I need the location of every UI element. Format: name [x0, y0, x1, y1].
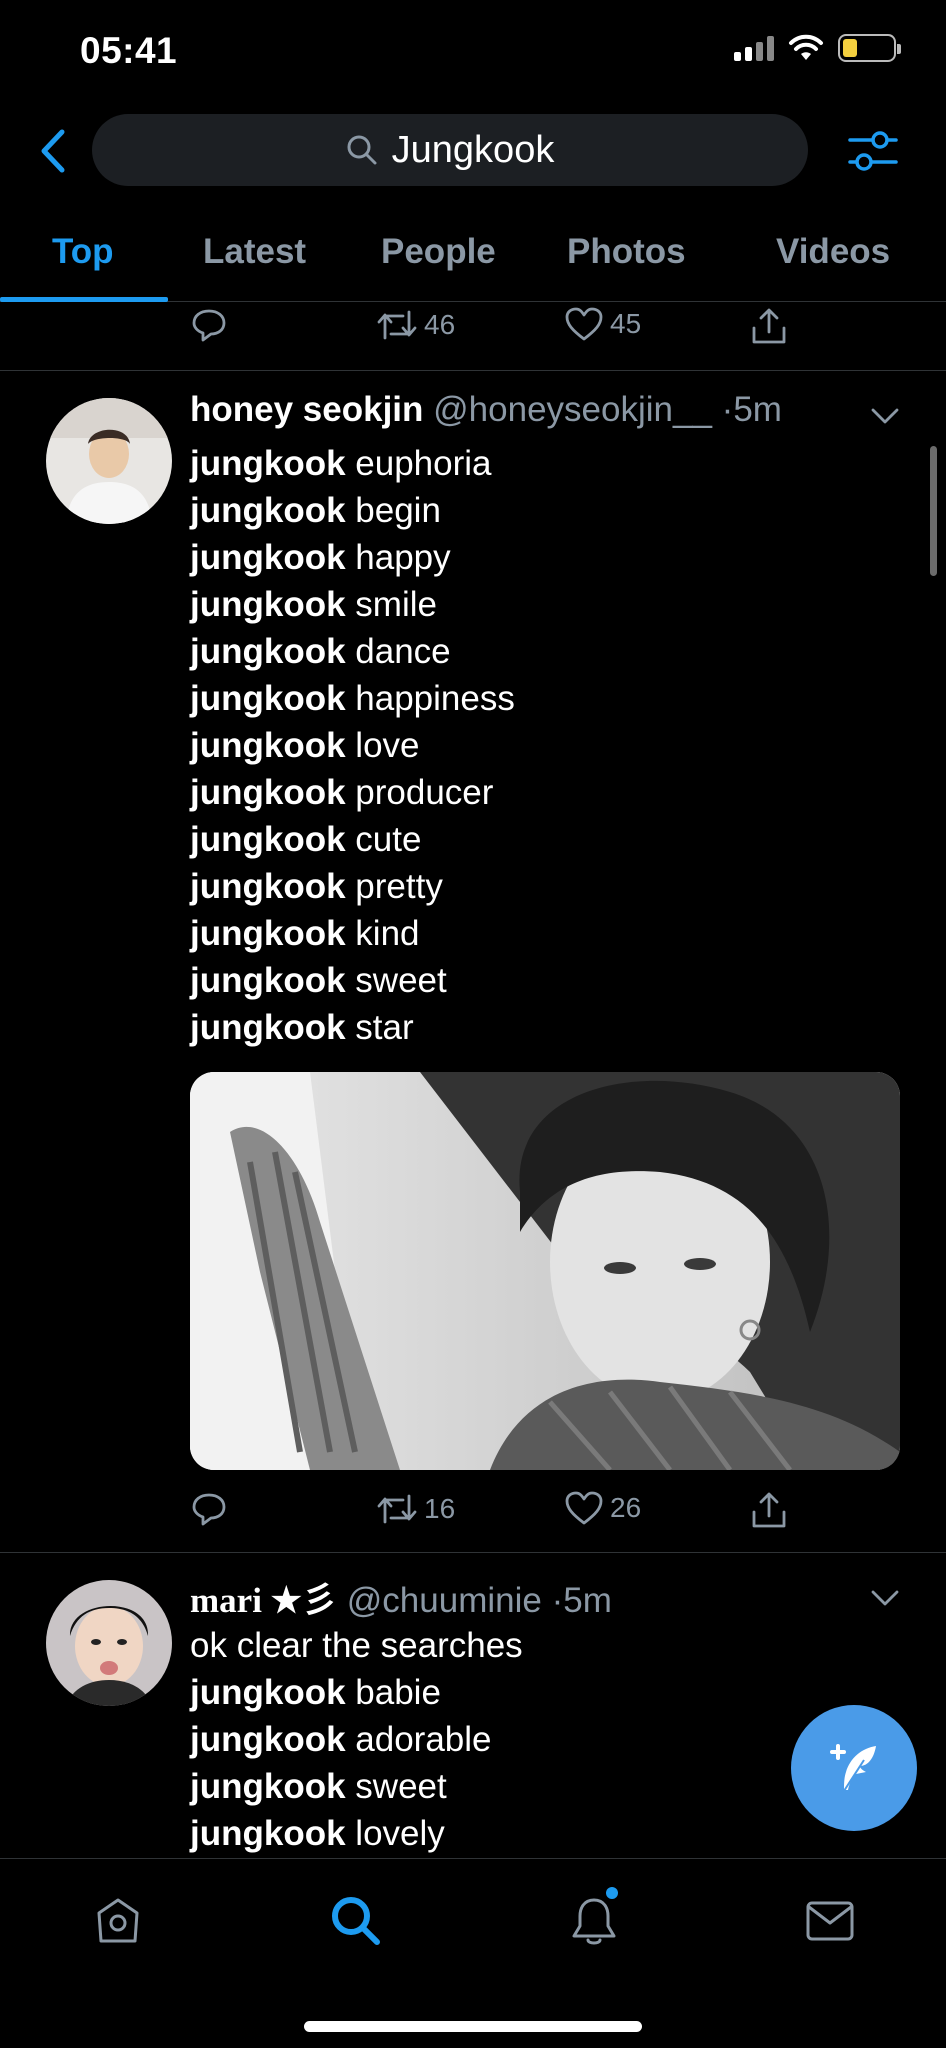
tweet-photo[interactable]: [190, 1072, 900, 1470]
tweet-line: jungkook producer: [190, 773, 494, 812]
tweet-line: jungkook happiness: [190, 679, 515, 718]
user-handle[interactable]: @chuuminie: [347, 1581, 542, 1620]
battery-icon: [838, 34, 901, 62]
tab-photos[interactable]: Photos: [567, 232, 686, 272]
nav-explore[interactable]: [326, 1891, 386, 1951]
like-count: 45: [610, 308, 642, 339]
status-icons: [734, 34, 901, 62]
status-bar: 05:41: [0, 0, 946, 100]
share-button[interactable]: [750, 306, 788, 346]
tweet-line: jungkook pretty: [190, 867, 443, 906]
notification-badge: [606, 1887, 618, 1899]
reply-icon: [192, 309, 226, 342]
tweet-line: jungkook begin: [190, 491, 441, 530]
tweet-divider: [0, 370, 946, 371]
separator-dot: ·: [721, 390, 734, 429]
search-icon: [347, 135, 377, 165]
retweet-count: 46: [424, 309, 456, 340]
separator-dot: ·: [551, 1581, 564, 1620]
tweet-line: jungkook babie: [190, 1673, 441, 1712]
active-tab-indicator: [0, 297, 168, 302]
like-button[interactable]: 26: [564, 1490, 641, 1526]
share-button[interactable]: [750, 1490, 788, 1530]
tweet-text: jungkook euphoria jungkook begin jungkoo…: [190, 440, 515, 1051]
tweet-line: jungkook adorable: [190, 1720, 492, 1759]
search-icon: [332, 1897, 380, 1945]
like-count: 26: [610, 1492, 642, 1523]
display-name[interactable]: mari ★彡: [190, 1581, 337, 1620]
tweet-header: honey seokjin @honeyseokjin__ ·5m: [190, 390, 782, 430]
tweet-actions: 16 26: [190, 1490, 810, 1540]
display-name[interactable]: honey seokjin: [190, 390, 423, 429]
reply-button[interactable]: [190, 306, 228, 344]
user-handle[interactable]: @honeyseokjin__: [433, 390, 712, 429]
search-header: Jungkook: [0, 110, 946, 190]
reply-button[interactable]: [190, 1490, 228, 1528]
tab-videos[interactable]: Videos: [776, 232, 890, 272]
retweet-button[interactable]: 46: [376, 306, 455, 344]
tweet-line: jungkook smile: [190, 585, 437, 624]
mail-icon: [806, 1901, 854, 1941]
avatar[interactable]: [46, 1580, 172, 1706]
tweet-line: jungkook happy: [190, 538, 451, 577]
tweet-line: jungkook cute: [190, 820, 422, 859]
compose-feather-icon: [830, 1744, 876, 1795]
share-icon: [752, 1492, 786, 1528]
like-button[interactable]: 45: [564, 306, 641, 342]
tweet-header: mari ★彡 @chuuminie ·5m: [190, 1572, 612, 1623]
chevron-down-icon[interactable]: [870, 406, 900, 426]
filter-sliders-icon[interactable]: [846, 126, 900, 176]
tweet-line: jungkook sweet: [190, 1767, 447, 1806]
tweet-line: jungkook love: [190, 726, 420, 765]
tweet-line: jungkook lovely: [190, 1814, 445, 1853]
status-time: 05:41: [80, 30, 178, 71]
home-icon: [97, 1898, 139, 1943]
nav-notifications[interactable]: [564, 1887, 624, 1951]
wifi-icon: [789, 34, 823, 60]
heart-icon: [565, 1491, 603, 1525]
tweet-line: jungkook euphoria: [190, 444, 492, 483]
nav-messages[interactable]: [800, 1891, 860, 1951]
tweet-line: jungkook kind: [190, 914, 420, 953]
scroll-indicator[interactable]: [930, 446, 937, 576]
tweet-divider: [0, 1552, 946, 1553]
home-indicator[interactable]: [304, 2021, 642, 2032]
tab-latest[interactable]: Latest: [203, 232, 306, 272]
reply-icon: [192, 1493, 226, 1526]
bell-icon: [572, 1898, 616, 1945]
tweet-line: jungkook sweet: [190, 961, 447, 1000]
tweet-text: ok clear the searches jungkook babie jun…: [190, 1622, 523, 1857]
back-chevron-icon[interactable]: [36, 128, 72, 174]
share-icon: [752, 308, 786, 344]
search-query: Jungkook: [391, 128, 555, 171]
retweet-count: 16: [424, 1493, 456, 1524]
search-tabs: Top Latest People Photos Videos: [0, 222, 946, 302]
retweet-icon: [377, 1494, 417, 1524]
heart-icon: [565, 307, 603, 341]
tab-people[interactable]: People: [381, 232, 496, 272]
signal-icon: [734, 35, 774, 61]
retweet-icon: [377, 310, 417, 340]
tweet-actions: 46 45: [190, 306, 810, 356]
nav-home[interactable]: [88, 1891, 148, 1951]
timestamp: 5m: [733, 390, 782, 429]
tweet-line: jungkook dance: [190, 632, 451, 671]
tab-top[interactable]: Top: [52, 232, 114, 272]
retweet-button[interactable]: 16: [376, 1490, 455, 1528]
compose-tweet-button[interactable]: [791, 1705, 917, 1831]
tweet-line: ok clear the searches: [190, 1626, 523, 1665]
chevron-down-icon[interactable]: [870, 1588, 900, 1608]
tweet-line: jungkook star: [190, 1008, 414, 1047]
search-input[interactable]: Jungkook: [92, 114, 808, 186]
avatar[interactable]: [46, 398, 172, 524]
bottom-tab-bar: [0, 1858, 946, 2048]
timestamp: 5m: [563, 1581, 612, 1620]
